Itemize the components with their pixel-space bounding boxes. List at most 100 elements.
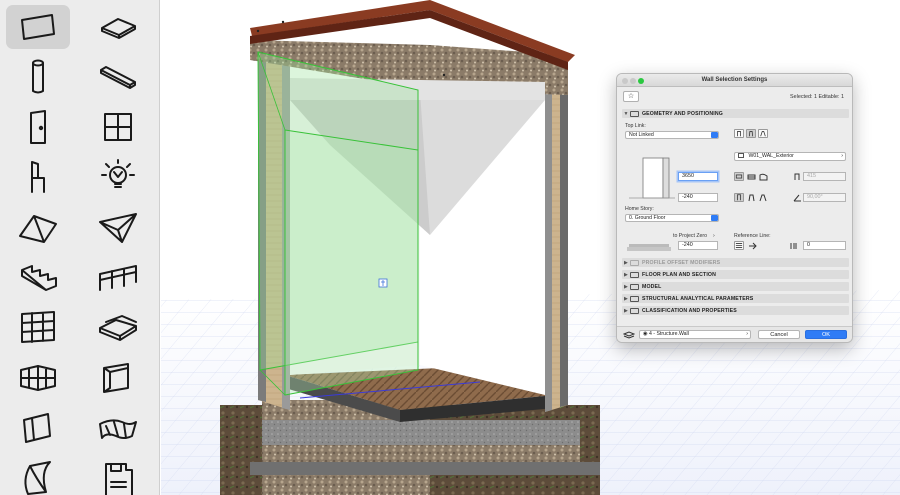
dialog-bottom-bar: ◉ 4 - Structure.Wall › Cancel OK <box>617 326 852 342</box>
favorites-button[interactable]: ☆ <box>623 91 639 102</box>
tool-door[interactable] <box>6 105 70 149</box>
wall-height-diagram <box>629 157 675 199</box>
select-stepper-icon <box>711 215 718 221</box>
structure-composite-icon[interactable] <box>747 173 756 181</box>
close-window-button[interactable] <box>622 78 628 84</box>
composite-icon <box>738 153 744 158</box>
ok-button[interactable]: OK <box>805 330 847 339</box>
project-zero-diagram <box>627 244 671 251</box>
thickness-input[interactable]: 415 <box>803 172 846 181</box>
zoom-window-button[interactable] <box>638 78 644 84</box>
window-tool-icon <box>104 113 132 141</box>
curtain-wall-tool-icon <box>21 311 55 343</box>
geometry-straight-button[interactable] <box>734 193 744 202</box>
roof-tool-icon <box>19 215 57 243</box>
stair-tool-icon <box>21 265 57 291</box>
geometry-trapezoid-icon[interactable] <box>747 194 756 202</box>
tool-floppy-object[interactable] <box>86 455 150 495</box>
reference-line-location-button[interactable] <box>734 241 744 250</box>
reference-line-label: Reference Line: <box>734 233 771 239</box>
tool-wall-end[interactable] <box>6 405 70 449</box>
top-link-label: Top Link: <box>625 123 646 129</box>
slanted-wall-icon <box>760 131 766 137</box>
home-story-select[interactable]: 0. Ground Floor <box>625 214 719 222</box>
reference-line-flip-icon[interactable] <box>748 242 757 250</box>
angle-input[interactable]: 90,00° <box>803 193 846 202</box>
wall-type-trapezoid-button[interactable] <box>746 129 756 138</box>
wall-type-straight-button[interactable] <box>734 129 744 138</box>
popup-chevron-icon: › <box>841 153 843 159</box>
tool-object[interactable] <box>6 155 70 199</box>
thickness-icon <box>793 173 802 181</box>
composite-structure-select[interactable]: W01_WAL_Exterior › <box>734 152 846 161</box>
wall-tool-icon <box>21 14 55 40</box>
geometry-slanted-icon[interactable] <box>759 194 768 202</box>
minimize-window-button[interactable] <box>630 78 636 84</box>
dialog-title: Wall Selection Settings <box>701 77 768 83</box>
top-link-select[interactable]: Not Linked <box>625 131 719 139</box>
tool-slab[interactable] <box>86 5 150 49</box>
tool-curtain-wall[interactable] <box>6 305 70 349</box>
collapse-arrow-icon: ▶ <box>624 295 628 302</box>
reference-line-icon <box>735 243 743 248</box>
tool-column[interactable] <box>6 55 70 99</box>
wall-offset-input[interactable]: -240 <box>678 193 718 202</box>
morph-tool-icon <box>24 461 51 495</box>
profile-section-icon <box>630 259 639 266</box>
tool-stair[interactable] <box>6 255 70 299</box>
tool-wall[interactable] <box>6 5 70 49</box>
column-tool-icon <box>32 59 44 94</box>
floppy-object-tool-icon <box>105 463 133 495</box>
tool-roof[interactable] <box>6 205 70 249</box>
tool-railing[interactable] <box>86 255 150 299</box>
project-zero-offset-input[interactable]: -240 <box>678 241 718 250</box>
slab-tool-icon <box>101 18 136 39</box>
section-profile-offset-modifiers[interactable]: ▶ PROFILE OFFSET MODIFIERS <box>622 258 849 267</box>
classification-section-icon <box>630 307 639 314</box>
to-project-zero-label[interactable]: to Project Zero <box>673 233 707 239</box>
home-story-label: Home Story: <box>625 206 654 212</box>
tool-beam[interactable] <box>86 55 150 99</box>
tool-window[interactable] <box>86 105 150 149</box>
railing-tool-icon <box>99 265 137 291</box>
angle-icon <box>793 194 802 202</box>
tool-morph[interactable] <box>6 455 70 495</box>
shell-tool-icon <box>99 213 137 243</box>
wall-end-tool-icon <box>23 413 51 443</box>
tool-corner-window[interactable] <box>86 355 150 399</box>
beam-tool-icon <box>100 66 136 89</box>
wall-selection-settings-dialog: Wall Selection Settings ☆ Selected: 1 Ed… <box>616 73 853 343</box>
geometry-section-icon <box>630 110 639 117</box>
collapse-arrow-icon: ▶ <box>624 283 628 290</box>
reference-offset-input[interactable]: 0 <box>803 241 846 250</box>
section-floor-plan-and-section[interactable]: ▶ FLOOR PLAN AND SECTION <box>622 270 849 279</box>
section-classification-and-properties[interactable]: ▶ CLASSIFICATION AND PROPERTIES <box>622 306 849 315</box>
lamp-tool-icon <box>101 159 135 188</box>
object-chair-tool-icon <box>31 161 45 193</box>
selection-info: Selected: 1 Editable: 1 <box>790 94 844 100</box>
tool-mesh[interactable] <box>86 305 150 349</box>
tool-shell[interactable] <box>86 205 150 249</box>
skylight-tool-icon <box>99 419 137 439</box>
basic-structure-icon <box>735 174 743 179</box>
dialog-header-row: ☆ Selected: 1 Editable: 1 <box>617 90 852 104</box>
section-geometry-and-positioning[interactable]: ▼ GEOMETRY AND POSITIONING <box>622 109 849 118</box>
structure-basic-button[interactable] <box>734 172 744 181</box>
tool-zone[interactable] <box>6 355 70 399</box>
collapse-arrow-icon: ▶ <box>624 271 628 278</box>
layer-select[interactable]: ◉ 4 - Structure.Wall › <box>639 330 751 339</box>
section-model[interactable]: ▶ MODEL <box>622 282 849 291</box>
section-structural-analytical-parameters[interactable]: ▶ STRUCTURAL ANALYTICAL PARAMETERS <box>622 294 849 303</box>
trapezoid-wall-icon <box>749 131 753 137</box>
select-stepper-icon <box>711 132 718 138</box>
tool-skylight[interactable] <box>86 405 150 449</box>
dialog-titlebar[interactable]: Wall Selection Settings <box>617 74 852 87</box>
wall-height-input[interactable]: 3650 <box>678 172 718 181</box>
floor-plan-section-icon <box>630 271 639 278</box>
cancel-button[interactable]: Cancel <box>758 330 800 339</box>
toolbox-palette <box>0 0 160 495</box>
tool-lamp[interactable] <box>86 155 150 199</box>
structure-profile-icon[interactable] <box>759 173 768 181</box>
wall-type-slanted-button[interactable] <box>758 129 768 138</box>
to-project-zero-chevron-icon[interactable]: › <box>713 233 715 239</box>
